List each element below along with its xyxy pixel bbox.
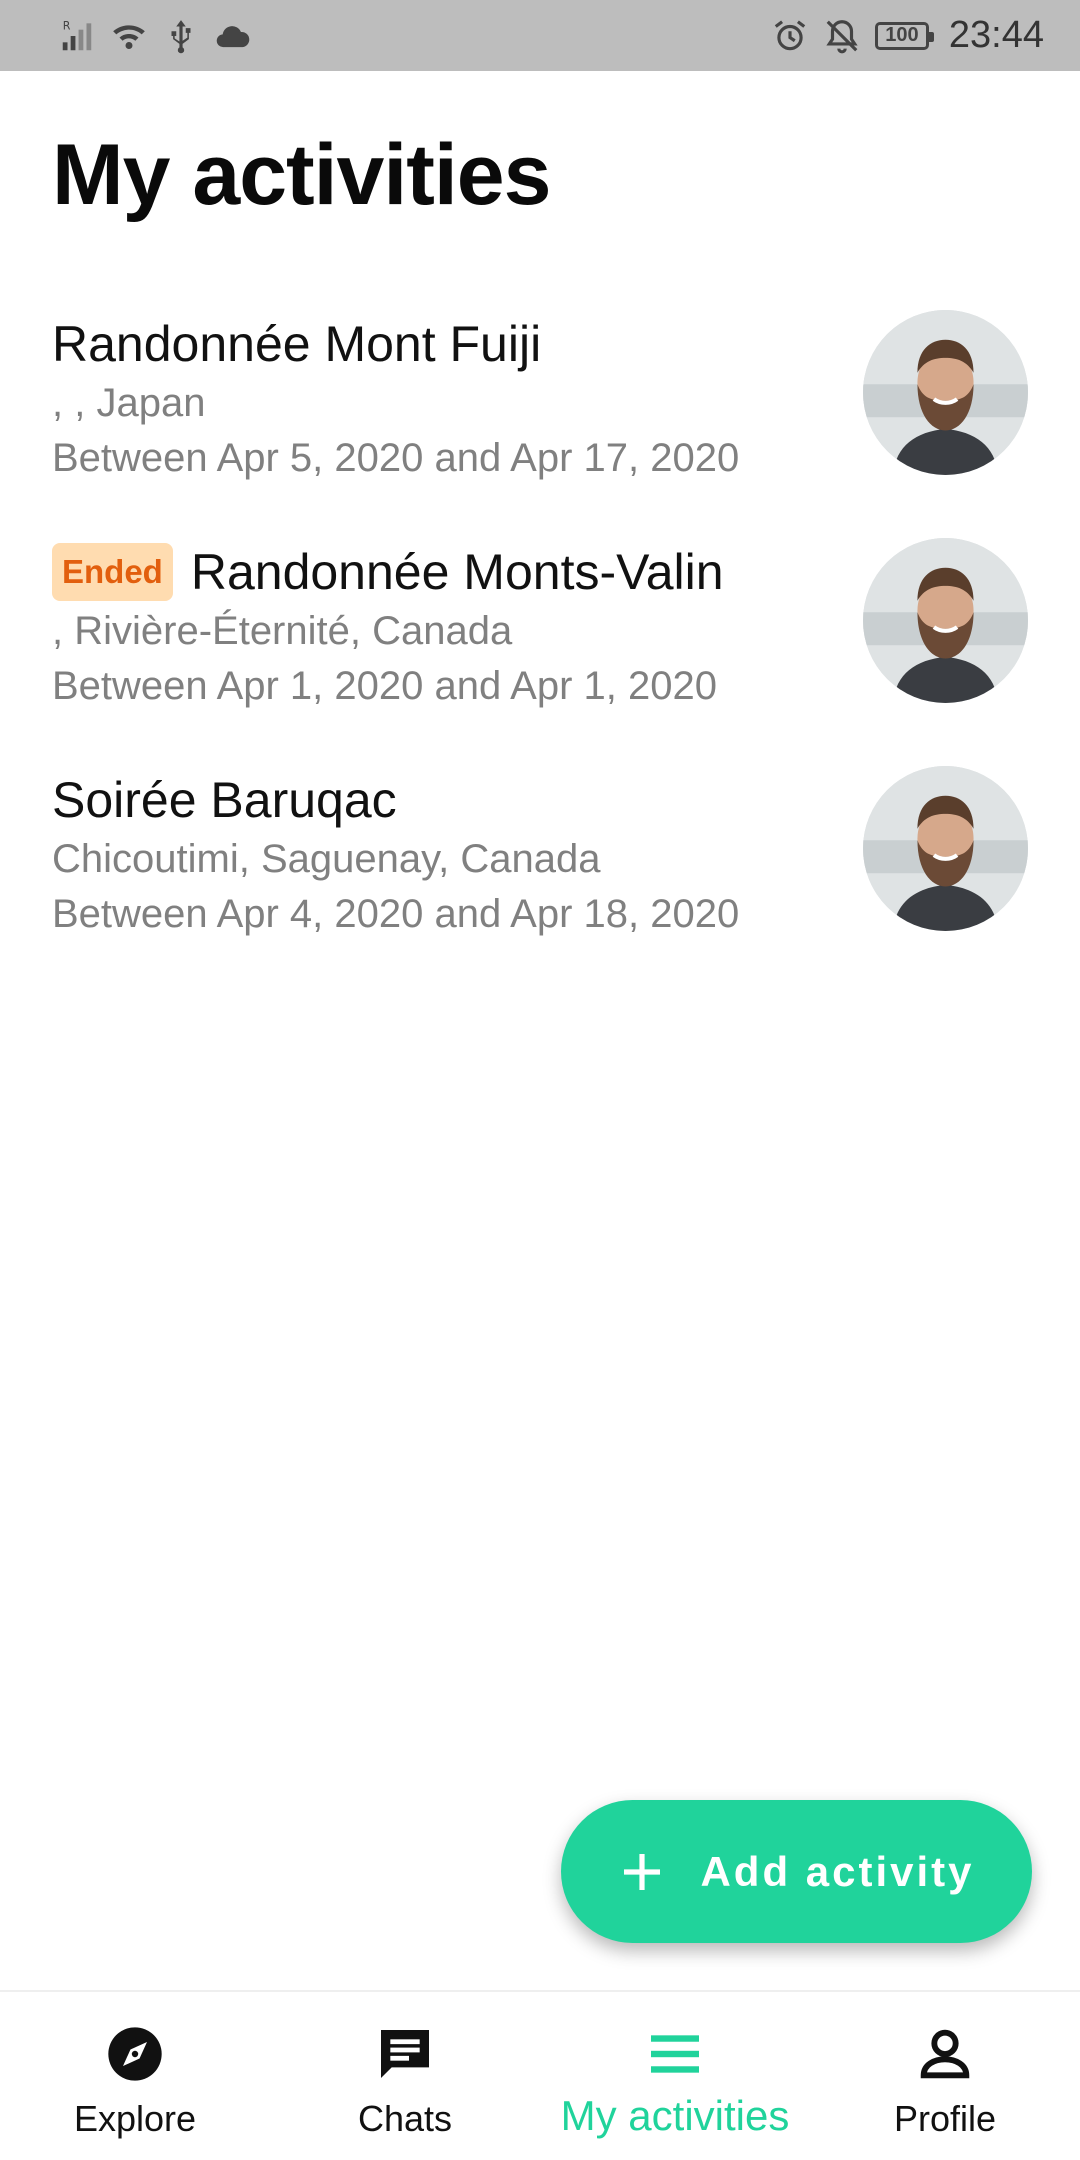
nav-label: Explore <box>73 2098 197 2139</box>
alarm-icon <box>771 17 809 55</box>
nav-label: My activities <box>560 2092 790 2139</box>
signal-icon: R <box>58 17 96 55</box>
activity-title: Randonnée Monts-Valin <box>190 544 724 600</box>
activity-item[interactable]: Randonnée Mont Fuiji , , Japan Between A… <box>0 300 1080 528</box>
activity-item[interactable]: Soirée Baruqac Chicoutimi, Saguenay, Can… <box>0 756 1080 984</box>
status-bar-left: R <box>58 17 252 55</box>
usb-icon <box>162 17 200 55</box>
wifi-icon <box>110 17 148 55</box>
add-activity-button[interactable]: Add activity <box>561 1800 1032 1943</box>
add-activity-label: Add activity <box>700 1847 975 1895</box>
battery-indicator: 100 <box>874 21 934 50</box>
nav-label: Chats <box>357 2098 453 2139</box>
activity-title: Soirée Baruqac <box>52 772 397 828</box>
activity-list: Randonnée Mont Fuiji , , Japan Between A… <box>0 300 1080 984</box>
avatar-image <box>863 538 1028 703</box>
avatar[interactable] <box>863 310 1028 475</box>
notifications-off-icon <box>823 17 861 55</box>
activity-title: Randonnée Mont Fuiji <box>52 316 542 372</box>
plus-icon <box>618 1848 666 1896</box>
avatar-image <box>863 766 1028 931</box>
status-time: 23:44 <box>948 14 1044 56</box>
cloud-icon <box>214 17 252 55</box>
avatar-image <box>863 310 1028 475</box>
svg-text:R: R <box>63 19 71 32</box>
status-bar-right: 100 23:44 <box>771 14 1044 57</box>
chat-icon <box>373 2022 437 2086</box>
page-title: My activities <box>52 127 551 223</box>
compass-icon <box>103 2022 167 2086</box>
nav-item-chats[interactable]: Chats <box>270 1992 540 2160</box>
person-icon <box>913 2022 977 2086</box>
screen: R 100 23:44 My activities Randonnée Mont… <box>0 0 1080 2160</box>
nav-label: Profile <box>893 2098 997 2139</box>
activity-item[interactable]: Ended Randonnée Monts-Valin , Rivière-Ét… <box>0 528 1080 756</box>
avatar[interactable] <box>863 766 1028 931</box>
status-bar: R 100 23:44 <box>0 0 1080 71</box>
nav-item-profile[interactable]: Profile <box>810 1992 1080 2160</box>
nav-item-explore[interactable]: Explore <box>0 1992 270 2160</box>
nav-item-my-activities[interactable]: My activities <box>540 1992 810 2160</box>
menu-icon <box>643 2022 707 2086</box>
status-badge: Ended <box>52 543 173 601</box>
bottom-nav: Explore Chats My activities Profile <box>0 1990 1080 2160</box>
avatar[interactable] <box>863 538 1028 703</box>
